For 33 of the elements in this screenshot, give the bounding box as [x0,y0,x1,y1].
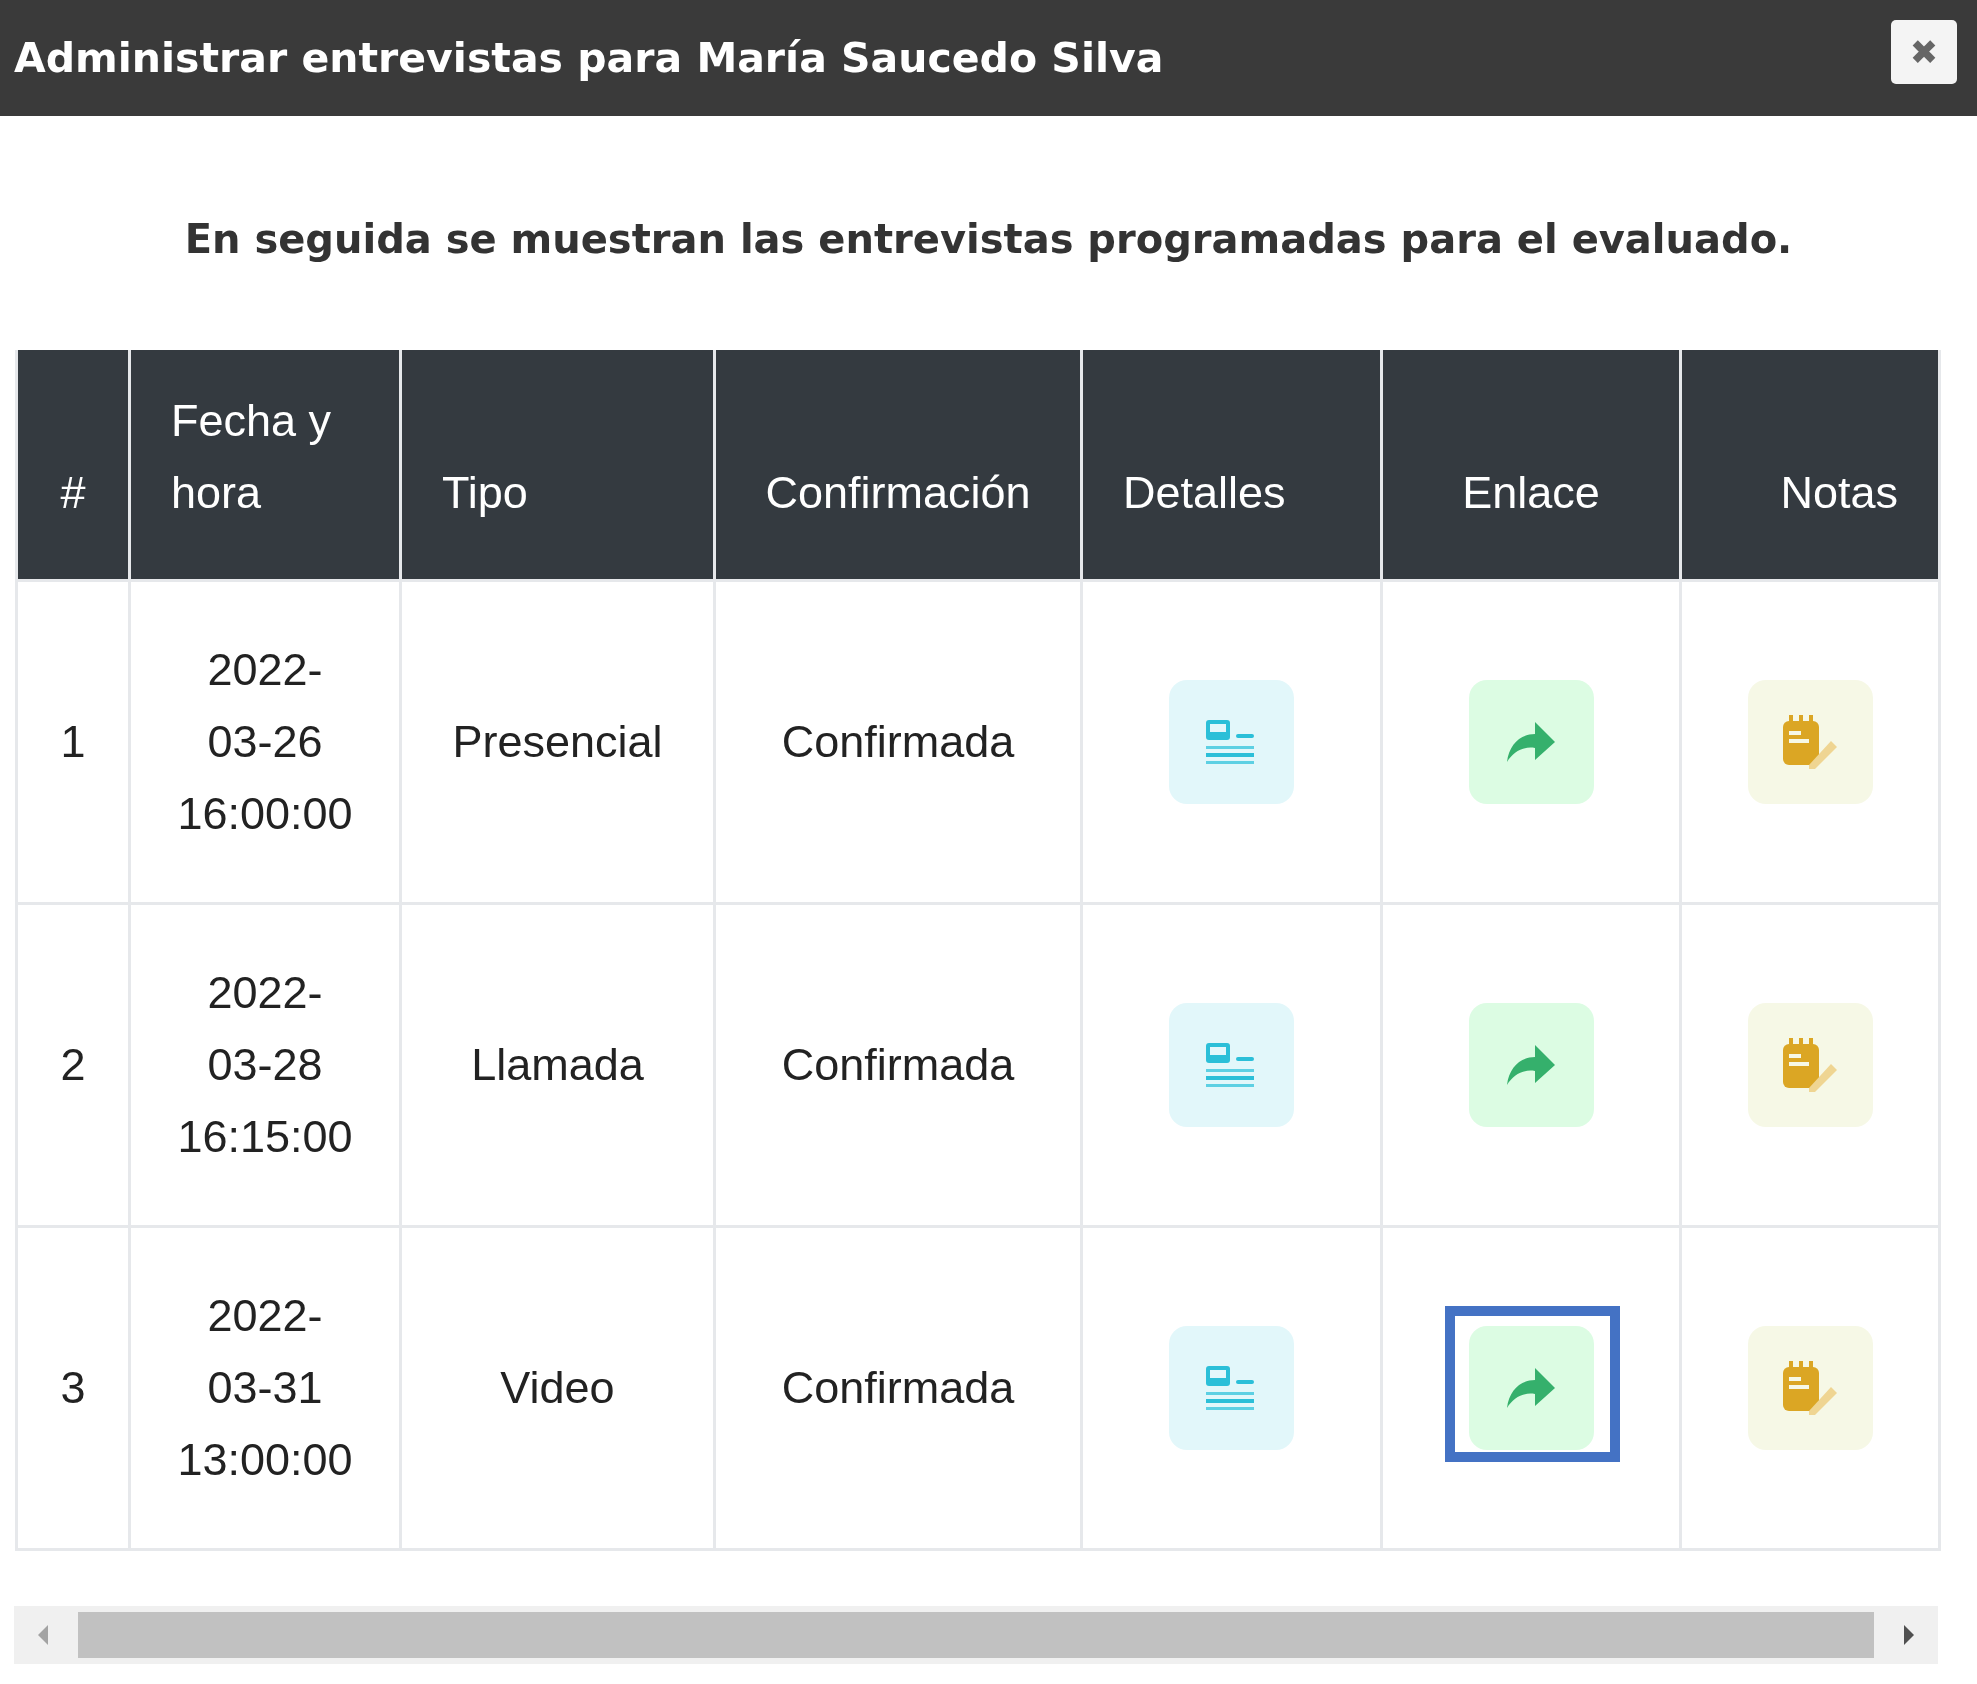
table-cell: 1 [16,580,130,903]
table-cell: Llamada [400,903,715,1226]
table-cell: 3 [16,1226,130,1549]
column-header: Notas [1680,350,1940,580]
close-button[interactable]: ✖ [1891,20,1957,84]
details-button[interactable] [1169,679,1294,804]
details-button[interactable] [1169,1002,1294,1127]
notes-button[interactable] [1747,1325,1873,1450]
column-header: Confirmación [714,350,1082,580]
intro-text: En seguida se muestran las entrevistas programadas para el evaluado. [183,215,1794,264]
column-header: # [16,350,130,580]
link-button[interactable] [1468,1002,1594,1127]
link-button[interactable] [1468,1325,1594,1450]
scrollbar-thumb[interactable] [78,1611,1874,1658]
column-header: Tipo [400,350,715,580]
notes-button[interactable] [1747,1002,1873,1127]
table-cell: 2022- 03-31 13:00:00 [129,1226,401,1549]
table-cell: 2022- 03-28 16:15:00 [129,903,401,1226]
details-button[interactable] [1169,1325,1294,1450]
window-title: Administrar entrevistas para María Saucedo Silva [14,34,1164,82]
horizontal-scrollbar[interactable] [14,1605,1938,1664]
notes-button[interactable] [1747,679,1873,804]
column-header: Enlace [1381,350,1681,580]
table-cell: Confirmada [714,903,1082,1226]
table-cell: 2022- 03-26 16:00:00 [129,580,401,903]
table-cell: 2 [16,903,130,1226]
table-cell: Presencial [400,580,715,903]
link-button[interactable] [1468,679,1594,804]
column-header: Detalles [1081,350,1382,580]
column-header: Fecha y hora [129,350,401,580]
table-cell: Confirmada [714,1226,1082,1549]
table-cell: Confirmada [714,580,1082,903]
table-cell: Video [400,1226,715,1549]
